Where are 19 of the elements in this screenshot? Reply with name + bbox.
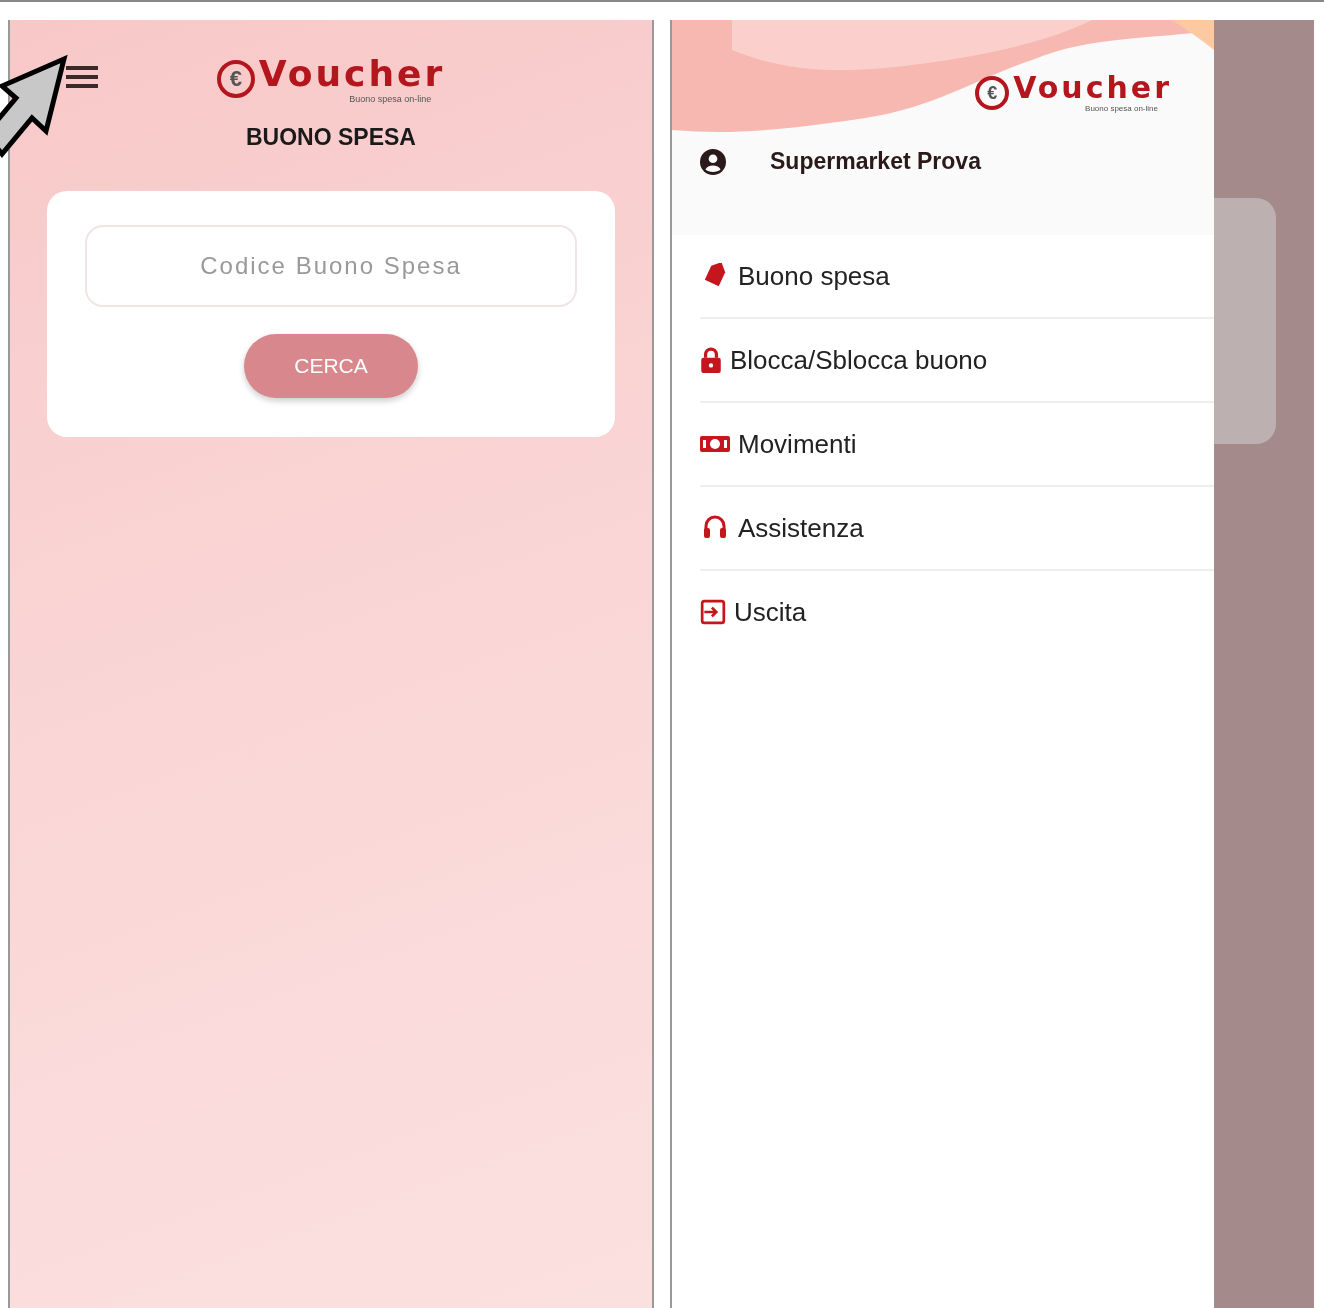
logo-tagline: Buono spesa on-line <box>349 94 432 104</box>
euro-coin-icon: € <box>975 76 1010 110</box>
logo-text: Voucher <box>258 54 446 94</box>
menu-item[interactable]: Uscita <box>700 571 1214 653</box>
exit-icon <box>700 599 726 625</box>
menu-item[interactable]: Assistenza <box>700 487 1214 569</box>
logo-tagline: Buono spesa on-line <box>1085 104 1158 114</box>
logo-text: Voucher <box>1013 72 1172 104</box>
menu-icon[interactable] <box>66 66 98 88</box>
menu-item[interactable]: Blocca/Sblocca buono <box>700 319 1214 401</box>
menu-item[interactable]: Movimenti <box>700 403 1214 485</box>
lock-icon <box>700 347 722 373</box>
code-input-field[interactable]: Codice Buono Spesa <box>85 225 577 307</box>
menu-item[interactable]: Buono spesa <box>700 235 1214 317</box>
page-title: BUONO SPESA <box>246 124 416 151</box>
pointer-arrow-icon <box>0 54 68 158</box>
euro-coin-icon: € <box>216 60 255 98</box>
user-icon <box>700 148 726 175</box>
user-name: Supermarket Prova <box>770 148 981 175</box>
